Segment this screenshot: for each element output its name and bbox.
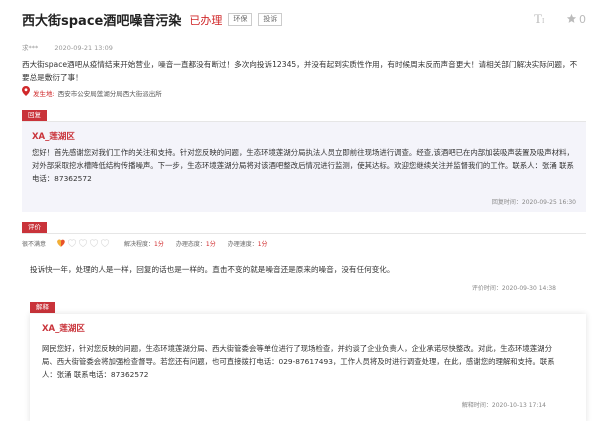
explanation-time: 解释时间：2020-10-13 17:14 (462, 400, 546, 409)
post-meta: 求*** 2020-09-21 13:09 (22, 42, 127, 52)
location-label: 发生地: (33, 89, 55, 98)
svg-text:T: T (534, 12, 542, 24)
reply-time-label: 回复时间： (491, 199, 522, 206)
author: 求*** (22, 44, 39, 52)
status-label: 已办理 (189, 13, 223, 27)
star-count: 0 (579, 13, 586, 26)
rating-label: 很不满意 (22, 240, 47, 248)
explanation-text: 网民您好，针对您反映的问题，生态环境莲湖分局、西大街管委会等单位进行了现场检查，… (42, 344, 555, 379)
heart-icon-empty (100, 239, 110, 248)
favorite-button[interactable]: 0 (566, 13, 586, 27)
evaluation-time-value: 2020-09-30 14:38 (501, 285, 556, 292)
tag-complaint[interactable]: 投诉 (258, 13, 283, 26)
top-icons: TI 0 (534, 11, 586, 27)
title-row: 西大街space酒吧噪音污染 已办理 环保 投诉 (22, 10, 283, 29)
reply-text: 您好！首先感谢您对我们工作的关注和支持。针对您反映的问题，生态环境莲湖分局执法人… (32, 148, 574, 183)
tab-reply: 回复 (22, 110, 47, 121)
heart-icon-empty (67, 239, 77, 248)
reply-time-value: 2020-09-25 16:30 (521, 199, 576, 206)
post-time: 2020-09-21 13:09 (54, 44, 113, 52)
score-speed: 办理速度：1分 (227, 240, 268, 248)
score-attitude: 办理态度：1分 (175, 240, 216, 248)
divider (22, 233, 586, 234)
explanation-time-label: 解释时间： (461, 402, 492, 409)
reply-time: 回复时间：2020-09-25 16:30 (492, 197, 576, 206)
evaluation-time: 评价时间：2020-09-30 14:38 (472, 283, 556, 292)
font-size-icon[interactable]: TI (534, 11, 548, 27)
complaint-detail-page: 西大街space酒吧噪音污染 已办理 环保 投诉 TI 0 求*** 2020-… (0, 0, 600, 421)
location-pin-icon (22, 86, 30, 99)
tab-evaluation: 评价 (22, 222, 47, 233)
reply-org: XA_莲湖区 (32, 132, 75, 142)
explanation-time-value: 2020-10-13 17:14 (491, 402, 546, 409)
evaluation-rating: 很不满意 解决程度：1分 办理态度：1分 办理速度：1分 (22, 238, 280, 248)
svg-text:I: I (542, 17, 545, 24)
explanation-box: XA_莲湖区 网民您好，针对您反映的问题，生态环境莲湖分局、西大街管委会等单位进… (30, 314, 586, 421)
heart-rating (56, 238, 110, 248)
evaluation-text: 投诉快一年，处理的人是一样，回复的话也是一样的。直击不变的就是噪音还是原来的噪音… (30, 265, 395, 274)
location-value: 西安市公安局莲湖分局西大街派出所 (57, 89, 162, 98)
evaluation-time-label: 评价时间： (471, 285, 502, 292)
location: 发生地: 西安市公安局莲湖分局西大街派出所 (22, 86, 162, 99)
heart-icon-empty (78, 239, 88, 248)
star-icon (566, 13, 577, 27)
page-title: 西大街space酒吧噪音污染 (22, 14, 182, 29)
score-resolution: 解决程度：1分 (124, 240, 164, 248)
complaint-content: 西大街space酒吧从疫情结束开始营业，噪音一直都没有断过！多次向投诉12345… (22, 60, 578, 82)
heart-icon-empty (89, 239, 99, 248)
heart-icon-filled (57, 239, 65, 247)
tag-environment[interactable]: 环保 (228, 13, 253, 26)
tab-explanation: 解释 (30, 302, 55, 313)
explanation-org: XA_莲湖区 (42, 324, 85, 334)
reply-box: XA_莲湖区 您好！首先感谢您对我们工作的关注和支持。针对您反映的问题，生态环境… (22, 122, 586, 212)
